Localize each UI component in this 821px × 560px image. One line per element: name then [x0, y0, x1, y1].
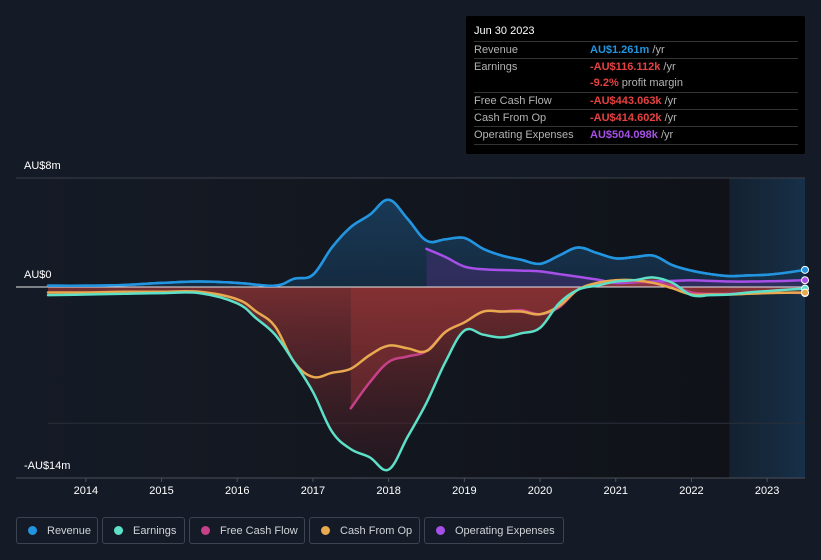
- value-text: -9.2%: [590, 77, 619, 89]
- cash-from-op-end-marker: [801, 288, 809, 297]
- legend-operating-expenses[interactable]: Operating Expenses: [424, 517, 564, 544]
- legend-label: Free Cash Flow: [220, 524, 298, 537]
- x-tick-label: 2021: [603, 485, 628, 497]
- value-text: -AU$414.602k: [590, 112, 662, 124]
- x-tick-label: 2016: [225, 485, 250, 497]
- earnings-dot-icon: [114, 526, 123, 535]
- value-text: -AU$443.063k: [590, 95, 662, 107]
- unit-text: /yr: [649, 44, 665, 56]
- value-text: AU$1.261m: [590, 44, 650, 56]
- tooltip-label: Earnings: [474, 61, 518, 73]
- x-tick-label: 2020: [527, 485, 553, 497]
- value-text: AU$504.098k: [590, 129, 658, 141]
- legend-cash-from-op[interactable]: Cash From Op: [309, 517, 420, 544]
- legend-free-cash-flow[interactable]: Free Cash Flow: [189, 517, 305, 544]
- tooltip: Jun 30 2023 Revenue AU$1.261m /yr Earnin…: [466, 16, 805, 154]
- unit-text: /yr: [661, 112, 677, 124]
- operating-expenses-end-marker: [801, 276, 809, 285]
- legend-label: Revenue: [47, 524, 92, 537]
- unit-text: /yr: [657, 129, 674, 141]
- x-tick-label: 2019: [452, 485, 477, 497]
- tooltip-date: Jun 30 2023: [474, 25, 535, 37]
- legend-revenue[interactable]: Revenue: [16, 517, 98, 544]
- tooltip-value: -9.2% profit margin: [590, 75, 683, 92]
- tooltip-value: AU$504.098k /yr: [590, 127, 673, 144]
- unit-text: /yr: [660, 61, 676, 73]
- tooltip-value: -AU$443.063k /yr: [590, 93, 677, 110]
- cash-from-op-dot-icon: [321, 526, 330, 535]
- value-text: -AU$116.112k: [590, 61, 661, 73]
- legend-label: Operating Expenses: [455, 524, 555, 537]
- forecast-region: [729, 178, 805, 478]
- tooltip-row-free-cash-flow: Free Cash Flow -AU$443.063k /yr: [474, 92, 798, 110]
- legend-earnings[interactable]: Earnings: [102, 517, 185, 544]
- revenue-end-marker: [801, 265, 809, 274]
- tooltip-row-earnings: Earnings -AU$116.112k /yr: [474, 58, 798, 76]
- y-tick-label-zero: AU$0: [24, 269, 52, 281]
- unit-text: profit margin: [618, 77, 683, 89]
- tooltip-label: Revenue: [474, 44, 519, 56]
- tooltip-label: Operating Expenses: [474, 129, 574, 141]
- x-tick-label: 2022: [679, 485, 704, 497]
- revenue-dot-icon: [28, 526, 37, 535]
- tooltip-row-cash-from-op: Cash From Op -AU$414.602k /yr: [474, 109, 798, 127]
- legend-label: Cash From Op: [340, 524, 413, 537]
- x-tick-label: 2018: [376, 485, 401, 497]
- legend-label: Earnings: [133, 524, 177, 537]
- tooltip-label: Cash From Op: [474, 112, 547, 124]
- tooltip-value: -AU$116.112k /yr: [590, 59, 676, 76]
- tooltip-label: Free Cash Flow: [474, 95, 552, 107]
- tooltip-row-revenue: Revenue AU$1.261m /yr: [474, 41, 798, 59]
- x-tick-label: 2015: [149, 485, 174, 497]
- operating-expenses-dot-icon: [436, 526, 445, 535]
- tooltip-row-operating-expenses: Operating Expenses AU$504.098k /yr: [474, 126, 798, 145]
- tooltip-value: -AU$414.602k /yr: [590, 110, 677, 127]
- tooltip-row-profit-margin: -9.2% profit margin: [474, 75, 798, 92]
- tooltip-value: AU$1.261m /yr: [590, 42, 665, 59]
- x-tick-label: 2023: [754, 485, 780, 497]
- y-tick-label-top: AU$8m: [24, 160, 61, 172]
- y-tick-label-bottom: -AU$14m: [24, 460, 71, 472]
- x-tick-label: 2014: [73, 485, 99, 497]
- free-cash-flow-dot-icon: [201, 526, 210, 535]
- x-tick-label: 2017: [300, 485, 326, 497]
- unit-text: /yr: [661, 95, 677, 107]
